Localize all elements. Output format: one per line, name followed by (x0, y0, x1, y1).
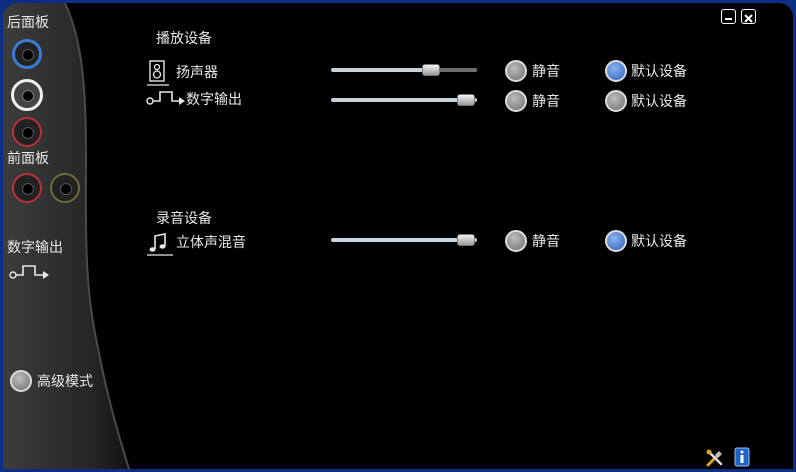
slider-thumb[interactable] (457, 94, 475, 106)
front-jack-green[interactable] (50, 173, 80, 203)
sidebar-swoosh (3, 3, 130, 469)
mute-label: 静音 (532, 64, 560, 80)
digital-output-volume-slider[interactable] (331, 94, 477, 108)
tools-icon[interactable] (705, 448, 725, 468)
digital-output-icon (9, 265, 49, 279)
advanced-mode-radio[interactable] (10, 370, 32, 392)
advanced-mode-label: 高级模式 (37, 374, 93, 390)
default-device-label: 默认设备 (631, 64, 687, 80)
digital-output-label: 数字输出 (7, 240, 63, 256)
stereo-mix-volume-slider[interactable] (331, 234, 477, 248)
recording-section-title: 录音设备 (156, 211, 212, 227)
minimize-button[interactable] (721, 9, 736, 24)
rear-jack-white[interactable] (11, 79, 43, 111)
digital-output-default-radio[interactable] (605, 90, 627, 112)
default-device-label: 默认设备 (631, 94, 687, 110)
jack-hole (22, 49, 34, 61)
music-note-icon (147, 233, 173, 256)
app-window: 后面板 前面板 数字输出 高级模式 播放设备 扬声器 静音 默认设备 数字输出 … (3, 3, 793, 469)
info-icon[interactable] (733, 447, 751, 467)
slider-thumb[interactable] (457, 234, 475, 246)
jack-sidebar: 后面板 前面板 数字输出 高级模式 (3, 3, 133, 469)
window-frame: 后面板 前面板 数字输出 高级模式 播放设备 扬声器 静音 默认设备 数字输出 … (0, 0, 796, 472)
digital-output-icon (146, 91, 185, 105)
stereo-mix-mute-radio[interactable] (505, 230, 527, 252)
front-jack-red[interactable] (12, 173, 42, 203)
mute-label: 静音 (532, 94, 560, 110)
speaker-volume-slider[interactable] (331, 64, 477, 78)
speaker-mute-radio[interactable] (505, 60, 527, 82)
speaker-default-radio[interactable] (605, 60, 627, 82)
playback-section-title: 播放设备 (156, 31, 212, 47)
speaker-icon (147, 60, 169, 86)
jack-hole (60, 183, 72, 195)
stereo-mix-default-radio[interactable] (605, 230, 627, 252)
default-device-label: 默认设备 (631, 234, 687, 250)
jack-hole (22, 183, 34, 195)
playback-device-name: 数字输出 (186, 92, 242, 108)
mute-label: 静音 (532, 234, 560, 250)
jack-hole (22, 90, 34, 102)
rear-jack-blue[interactable] (12, 39, 42, 69)
close-button[interactable] (741, 9, 756, 24)
jack-hole (22, 127, 34, 139)
minimize-icon (725, 18, 732, 20)
playback-device-name: 扬声器 (176, 65, 218, 81)
front-panel-label: 前面板 (7, 151, 49, 167)
recording-device-name: 立体声混音 (176, 235, 246, 251)
close-icon (744, 14, 753, 23)
rear-panel-label: 后面板 (7, 15, 49, 31)
rear-jack-red[interactable] (12, 117, 42, 147)
slider-thumb[interactable] (422, 64, 440, 76)
digital-output-mute-radio[interactable] (505, 90, 527, 112)
